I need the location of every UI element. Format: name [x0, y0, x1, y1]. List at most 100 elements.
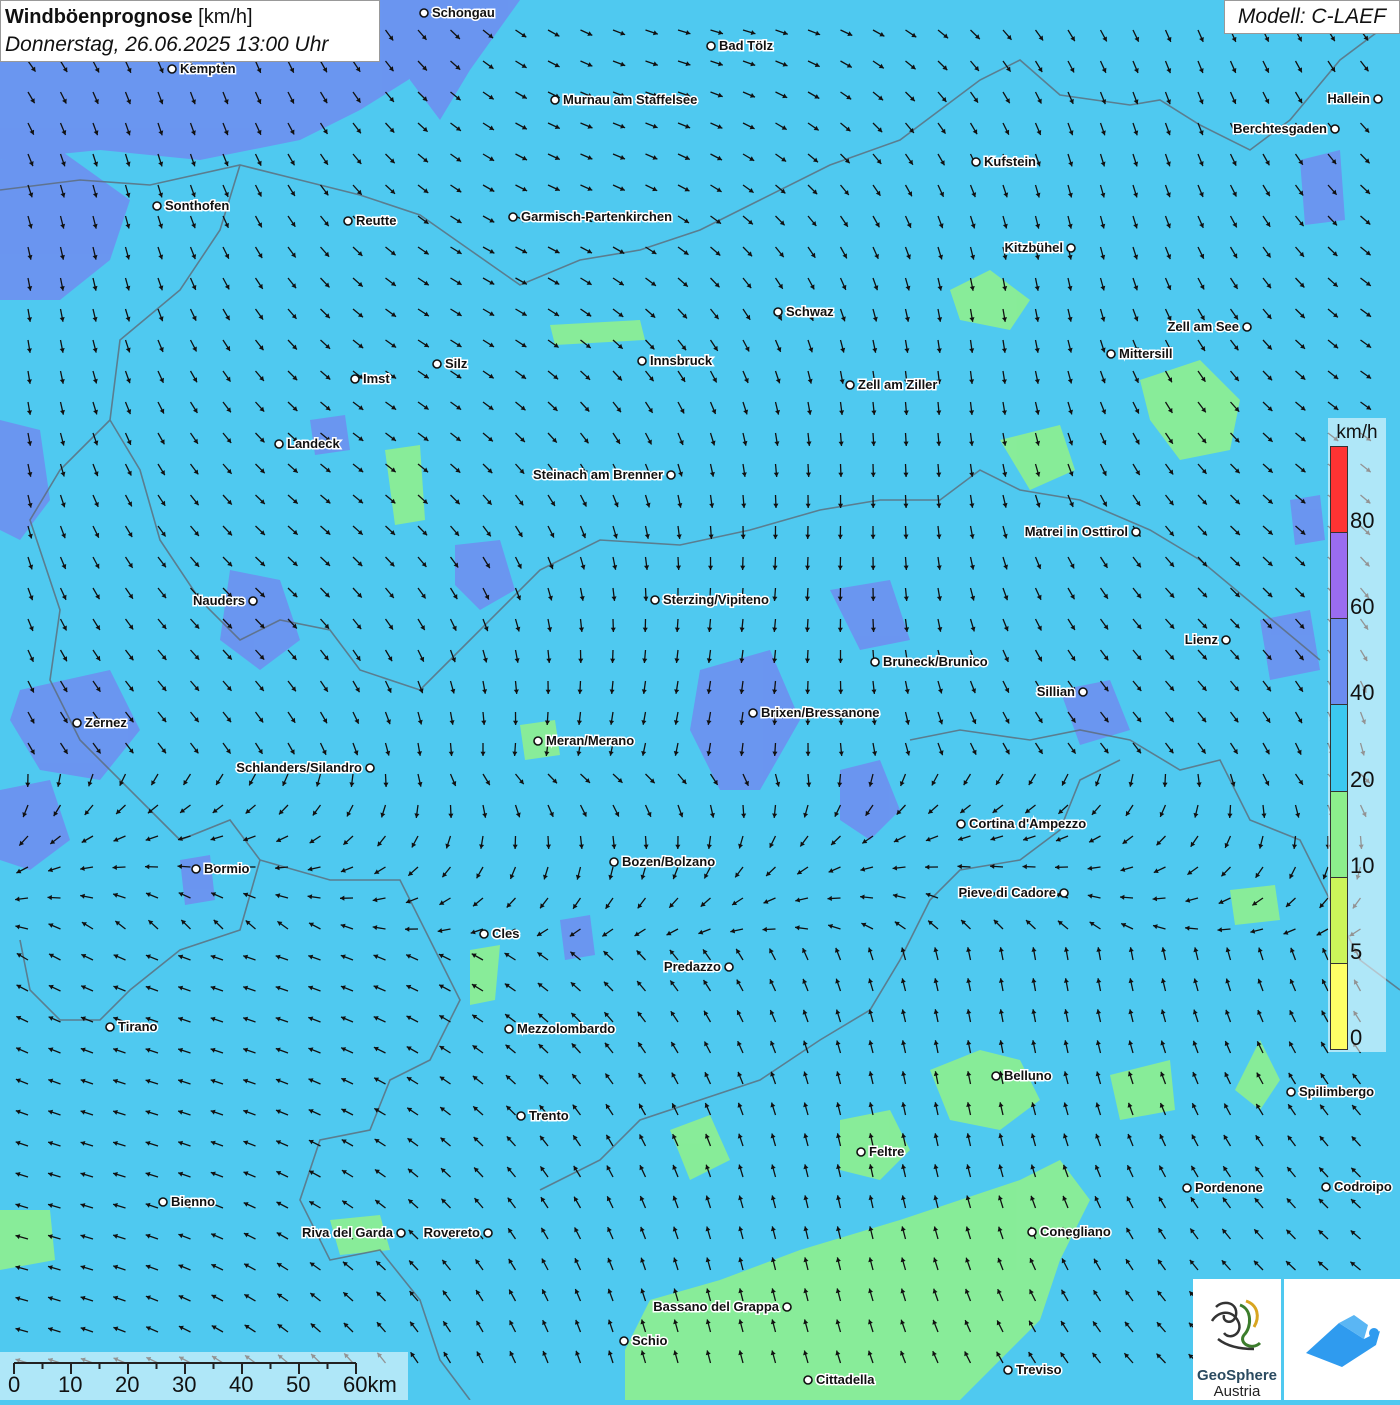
city-dot[interactable] [433, 360, 441, 368]
city-marker[interactable]: Berchtesgaden [1233, 121, 1339, 136]
city-label: Riva del Garda [302, 1225, 394, 1240]
app-logo-box[interactable] [1284, 1279, 1400, 1400]
city-dot[interactable] [1067, 244, 1075, 252]
legend-color-swatch [1330, 446, 1348, 533]
map-title-main: Windböenprognose [5, 6, 193, 28]
legend-tick-label: 60 [1350, 594, 1374, 620]
city-dot[interactable] [1183, 1184, 1191, 1192]
city-marker[interactable]: Matrei in Osttirol [1025, 524, 1140, 539]
city-dot[interactable] [871, 658, 879, 666]
wind-gust-map[interactable]: SchongauBad TölzKemptenMurnau am Staffel… [0, 0, 1400, 1400]
city-dot[interactable] [972, 158, 980, 166]
city-marker[interactable]: Garmisch-Partenkirchen [509, 209, 672, 224]
city-marker[interactable]: Sterzing/Vipiteno [651, 592, 769, 607]
city-marker[interactable]: Brixen/Bressanone [749, 705, 880, 720]
city-dot[interactable] [73, 719, 81, 727]
city-dot[interactable] [1322, 1183, 1330, 1191]
city-dot[interactable] [106, 1023, 114, 1031]
city-marker[interactable]: Spilimbergo [1287, 1084, 1374, 1099]
city-dot[interactable] [846, 381, 854, 389]
city-dot[interactable] [534, 737, 542, 745]
city-dot[interactable] [420, 9, 428, 17]
city-dot[interactable] [957, 820, 965, 828]
city-marker[interactable]: Schongau [420, 5, 495, 20]
city-dot[interactable] [351, 375, 359, 383]
city-marker[interactable]: Bruneck/Brunico [871, 654, 988, 669]
city-dot[interactable] [397, 1229, 405, 1237]
city-dot[interactable] [1132, 528, 1140, 536]
city-label: Sonthofen [165, 198, 229, 213]
legend-unit: km/h [1328, 422, 1386, 444]
city-dot[interactable] [804, 1376, 812, 1384]
city-dot[interactable] [275, 440, 283, 448]
city-label: Pordenone [1195, 1180, 1263, 1195]
city-dot[interactable] [783, 1303, 791, 1311]
city-dot[interactable] [610, 858, 618, 866]
city-dot[interactable] [1287, 1088, 1295, 1096]
city-dot[interactable] [192, 865, 200, 873]
city-dot[interactable] [992, 1072, 1000, 1080]
city-dot[interactable] [366, 764, 374, 772]
city-marker[interactable]: Conegliano [1028, 1224, 1111, 1239]
city-dot[interactable] [1028, 1228, 1036, 1236]
legend-tick-label: 40 [1350, 680, 1374, 706]
city-label: Feltre [869, 1144, 904, 1159]
city-dot[interactable] [1079, 688, 1087, 696]
city-marker[interactable]: Meran/Merano [534, 733, 634, 748]
city-marker[interactable]: Steinach am Brenner [533, 467, 675, 482]
city-dot[interactable] [480, 930, 488, 938]
city-dot[interactable] [667, 471, 675, 479]
city-dot[interactable] [249, 597, 257, 605]
city-dot[interactable] [168, 65, 176, 73]
city-marker[interactable]: Sonthofen [153, 198, 229, 213]
city-dot[interactable] [1331, 125, 1339, 133]
geosphere-logo-box[interactable]: GeoSphere Austria [1193, 1279, 1281, 1400]
legend-color-swatch [1330, 963, 1348, 1050]
city-dot[interactable] [774, 308, 782, 316]
city-marker[interactable]: Bassano del Grappa [653, 1299, 791, 1314]
city-dot[interactable] [725, 963, 733, 971]
city-label: Brixen/Bressanone [761, 705, 880, 720]
city-dot[interactable] [1107, 350, 1115, 358]
city-dot[interactable] [1374, 95, 1382, 103]
city-label: Codroipo [1334, 1179, 1392, 1194]
geosphere-logo-icon [1194, 1287, 1280, 1367]
city-dot[interactable] [857, 1148, 865, 1156]
city-label: Zell am See [1167, 319, 1239, 334]
city-marker[interactable]: Cortina d'Ampezzo [957, 816, 1086, 831]
city-marker[interactable]: Innsbruck [638, 353, 713, 368]
city-dot[interactable] [1060, 889, 1068, 897]
city-dot[interactable] [1222, 636, 1230, 644]
city-dot[interactable] [1004, 1366, 1012, 1374]
city-dot[interactable] [159, 1198, 167, 1206]
city-marker[interactable]: Riva del Garda [302, 1225, 405, 1240]
city-dot[interactable] [707, 42, 715, 50]
city-dot[interactable] [1243, 323, 1251, 331]
city-marker[interactable]: Bozen/Bolzano [610, 854, 715, 869]
city-marker[interactable]: Pieve di Cadore [958, 885, 1068, 900]
city-dot[interactable] [551, 96, 559, 104]
geosphere-name: GeoSphere [1194, 1367, 1280, 1384]
city-dot[interactable] [638, 357, 646, 365]
city-marker[interactable]: Mezzolombardo [505, 1021, 615, 1036]
city-label: Bruneck/Brunico [883, 654, 988, 669]
city-dot[interactable] [344, 217, 352, 225]
city-dot[interactable] [509, 213, 517, 221]
city-label: Mezzolombardo [517, 1021, 615, 1036]
city-dot[interactable] [517, 1112, 525, 1120]
city-label: Matrei in Osttirol [1025, 524, 1128, 539]
city-marker[interactable]: Schlanders/Silandro [236, 760, 374, 775]
city-dot[interactable] [505, 1025, 513, 1033]
city-label: Cles [492, 926, 519, 941]
city-marker[interactable]: Zell am Ziller [846, 377, 937, 392]
city-dot[interactable] [153, 202, 161, 210]
city-label: Silz [445, 356, 468, 371]
city-dot[interactable] [651, 596, 659, 604]
city-dot[interactable] [620, 1337, 628, 1345]
city-marker[interactable]: Pordenone [1183, 1180, 1263, 1195]
city-dot[interactable] [749, 709, 757, 717]
city-marker[interactable]: Zell am See [1167, 319, 1251, 334]
city-marker[interactable]: Murnau am Staffelsee [551, 92, 697, 107]
city-dot[interactable] [484, 1229, 492, 1237]
city-label: Imst [363, 371, 390, 386]
